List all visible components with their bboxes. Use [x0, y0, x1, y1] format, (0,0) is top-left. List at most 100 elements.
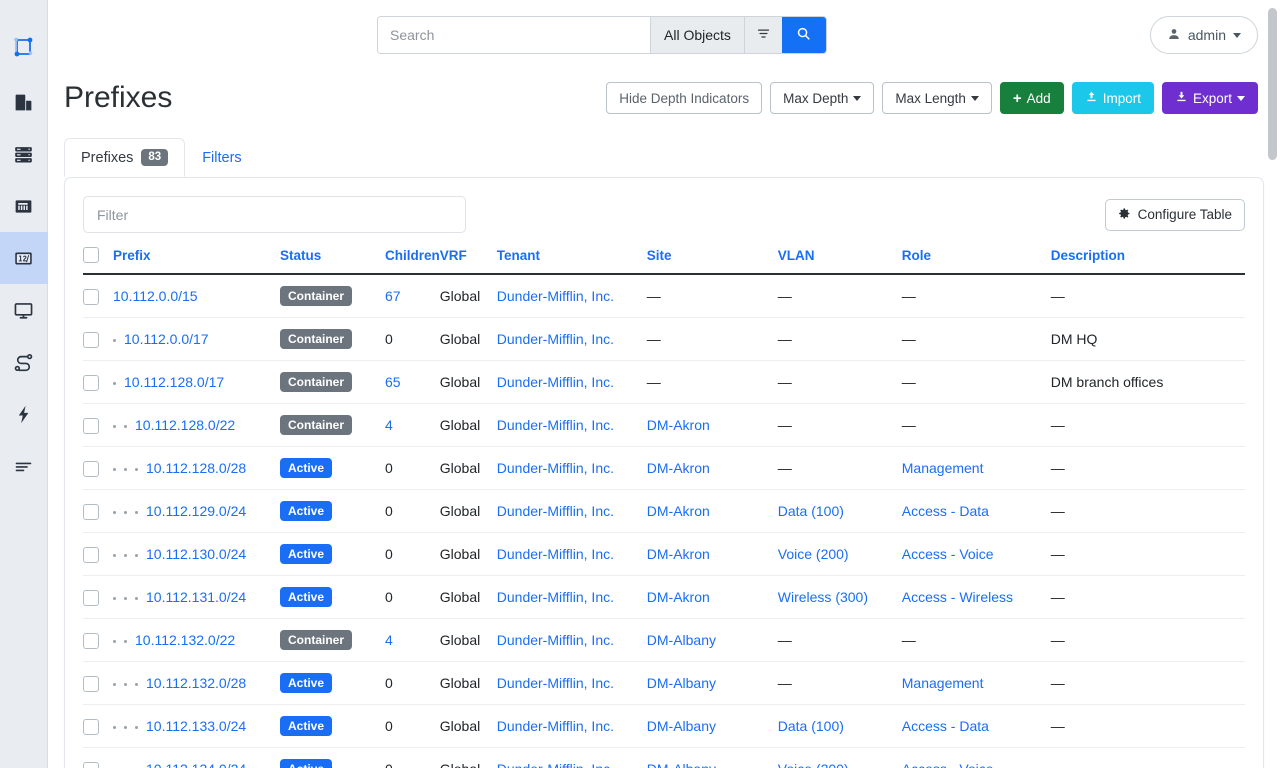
column-header-description[interactable]: Description: [1051, 247, 1245, 274]
tenant-link[interactable]: Dunder-Mifflin, Inc.: [497, 503, 614, 519]
table-row[interactable]: 10.112.128.0/22Container4GlobalDunder-Mi…: [83, 404, 1245, 447]
tenant-link[interactable]: Dunder-Mifflin, Inc.: [497, 417, 614, 433]
hide-depth-indicators-button[interactable]: Hide Depth Indicators: [606, 82, 762, 114]
tenant-link[interactable]: Dunder-Mifflin, Inc.: [497, 761, 614, 768]
prefix-link[interactable]: 10.112.0.0/17: [124, 331, 209, 347]
column-header-vlan[interactable]: VLAN: [778, 247, 902, 274]
table-filter-input[interactable]: [83, 196, 466, 233]
sidebar-item-circuits[interactable]: [0, 336, 48, 388]
column-header-prefix[interactable]: Prefix: [113, 247, 280, 274]
table-row[interactable]: 10.112.0.0/15Container67GlobalDunder-Mif…: [83, 274, 1245, 318]
row-select-checkbox[interactable]: [83, 375, 99, 391]
tab-filters[interactable]: Filters: [185, 138, 258, 177]
prefix-link[interactable]: 10.112.128.0/28: [146, 460, 246, 476]
children-count-link[interactable]: 65: [385, 374, 401, 390]
tenant-link[interactable]: Dunder-Mifflin, Inc.: [497, 589, 614, 605]
column-header-children[interactable]: Children: [385, 247, 440, 274]
row-select-checkbox[interactable]: [83, 504, 99, 520]
row-select-checkbox[interactable]: [83, 762, 99, 768]
table-row[interactable]: 10.112.131.0/24Active0GlobalDunder-Miffl…: [83, 576, 1245, 619]
table-row[interactable]: 10.112.128.0/17Container65GlobalDunder-M…: [83, 361, 1245, 404]
row-select-checkbox[interactable]: [83, 547, 99, 563]
site-link[interactable]: DM-Albany: [647, 632, 716, 648]
user-menu-button[interactable]: admin: [1150, 16, 1258, 54]
vlan-link[interactable]: Voice (200): [778, 761, 849, 768]
site-link[interactable]: DM-Albany: [647, 718, 716, 734]
sidebar-item-connections[interactable]: [0, 180, 48, 232]
site-link[interactable]: DM-Akron: [647, 589, 710, 605]
children-count-link[interactable]: 4: [385, 632, 393, 648]
children-count-link[interactable]: 67: [385, 288, 401, 304]
prefix-link[interactable]: 10.112.131.0/24: [146, 589, 246, 605]
configure-table-button[interactable]: Configure Table: [1105, 199, 1245, 231]
table-row[interactable]: 10.112.128.0/28Active0GlobalDunder-Miffl…: [83, 447, 1245, 490]
table-row[interactable]: 10.112.129.0/24Active0GlobalDunder-Miffl…: [83, 490, 1245, 533]
sidebar-item-devices[interactable]: [0, 128, 48, 180]
row-select-checkbox[interactable]: [83, 590, 99, 606]
export-button[interactable]: Export: [1162, 82, 1258, 114]
sidebar-item-organization[interactable]: [0, 76, 48, 128]
column-header-tenant[interactable]: Tenant: [497, 247, 647, 274]
vlan-link[interactable]: Data (100): [778, 718, 844, 734]
search-input[interactable]: [378, 17, 650, 53]
tenant-link[interactable]: Dunder-Mifflin, Inc.: [497, 331, 614, 347]
role-link[interactable]: Access - Voice: [902, 546, 994, 562]
table-row[interactable]: 10.112.132.0/22Container4GlobalDunder-Mi…: [83, 619, 1245, 662]
page-scrollbar[interactable]: [1268, 8, 1277, 160]
row-select-checkbox[interactable]: [83, 719, 99, 735]
children-count-link[interactable]: 4: [385, 417, 393, 433]
role-link[interactable]: Management: [902, 675, 984, 691]
add-button[interactable]: + Add: [1000, 82, 1064, 114]
select-all-checkbox[interactable]: [83, 247, 99, 263]
role-link[interactable]: Access - Data: [902, 718, 989, 734]
max-depth-button[interactable]: Max Depth: [770, 82, 874, 114]
import-button[interactable]: Import: [1072, 82, 1154, 114]
sidebar-item-other[interactable]: [0, 440, 48, 492]
column-header-role[interactable]: Role: [902, 247, 1051, 274]
role-link[interactable]: Access - Wireless: [902, 589, 1013, 605]
netbox-logo-icon[interactable]: [0, 18, 48, 76]
prefix-link[interactable]: 10.112.130.0/24: [146, 546, 246, 562]
table-row[interactable]: 10.112.132.0/28Active0GlobalDunder-Miffl…: [83, 662, 1245, 705]
tenant-link[interactable]: Dunder-Mifflin, Inc.: [497, 675, 614, 691]
table-row[interactable]: 10.112.133.0/24Active0GlobalDunder-Miffl…: [83, 705, 1245, 748]
search-scope-selector[interactable]: All Objects: [650, 17, 744, 53]
site-link[interactable]: DM-Akron: [647, 546, 710, 562]
vlan-link[interactable]: Data (100): [778, 503, 844, 519]
prefix-link[interactable]: 10.112.133.0/24: [146, 718, 246, 734]
site-link[interactable]: DM-Akron: [647, 503, 710, 519]
prefix-link[interactable]: 10.112.132.0/28: [146, 675, 246, 691]
row-select-checkbox[interactable]: [83, 332, 99, 348]
sidebar-item-virtualization[interactable]: [0, 284, 48, 336]
site-link[interactable]: DM-Albany: [647, 675, 716, 691]
column-header-site[interactable]: Site: [647, 247, 778, 274]
search-submit-button[interactable]: [782, 17, 826, 53]
table-row[interactable]: 10.112.134.0/24Active0GlobalDunder-Miffl…: [83, 748, 1245, 768]
sidebar-item-ipam[interactable]: [0, 232, 48, 284]
prefix-link[interactable]: 10.112.132.0/22: [135, 632, 235, 648]
table-row[interactable]: 10.112.0.0/17Container0GlobalDunder-Miff…: [83, 318, 1245, 361]
tenant-link[interactable]: Dunder-Mifflin, Inc.: [497, 546, 614, 562]
site-link[interactable]: DM-Akron: [647, 417, 710, 433]
row-select-checkbox[interactable]: [83, 676, 99, 692]
prefix-link[interactable]: 10.112.0.0/15: [113, 288, 198, 304]
tenant-link[interactable]: Dunder-Mifflin, Inc.: [497, 632, 614, 648]
role-link[interactable]: Management: [902, 460, 984, 476]
vlan-link[interactable]: Voice (200): [778, 546, 849, 562]
prefix-link[interactable]: 10.112.128.0/17: [124, 374, 224, 390]
row-select-checkbox[interactable]: [83, 418, 99, 434]
row-select-checkbox[interactable]: [83, 289, 99, 305]
search-filter-button[interactable]: [744, 17, 782, 53]
tenant-link[interactable]: Dunder-Mifflin, Inc.: [497, 718, 614, 734]
prefix-link[interactable]: 10.112.128.0/22: [135, 417, 235, 433]
max-length-button[interactable]: Max Length: [882, 82, 992, 114]
vlan-link[interactable]: Wireless (300): [778, 589, 868, 605]
role-link[interactable]: Access - Data: [902, 503, 989, 519]
table-row[interactable]: 10.112.130.0/24Active0GlobalDunder-Miffl…: [83, 533, 1245, 576]
sidebar-item-power[interactable]: [0, 388, 48, 440]
prefix-link[interactable]: 10.112.129.0/24: [146, 503, 246, 519]
column-header-status[interactable]: Status: [280, 247, 385, 274]
tenant-link[interactable]: Dunder-Mifflin, Inc.: [497, 288, 614, 304]
tenant-link[interactable]: Dunder-Mifflin, Inc.: [497, 374, 614, 390]
row-select-checkbox[interactable]: [83, 633, 99, 649]
